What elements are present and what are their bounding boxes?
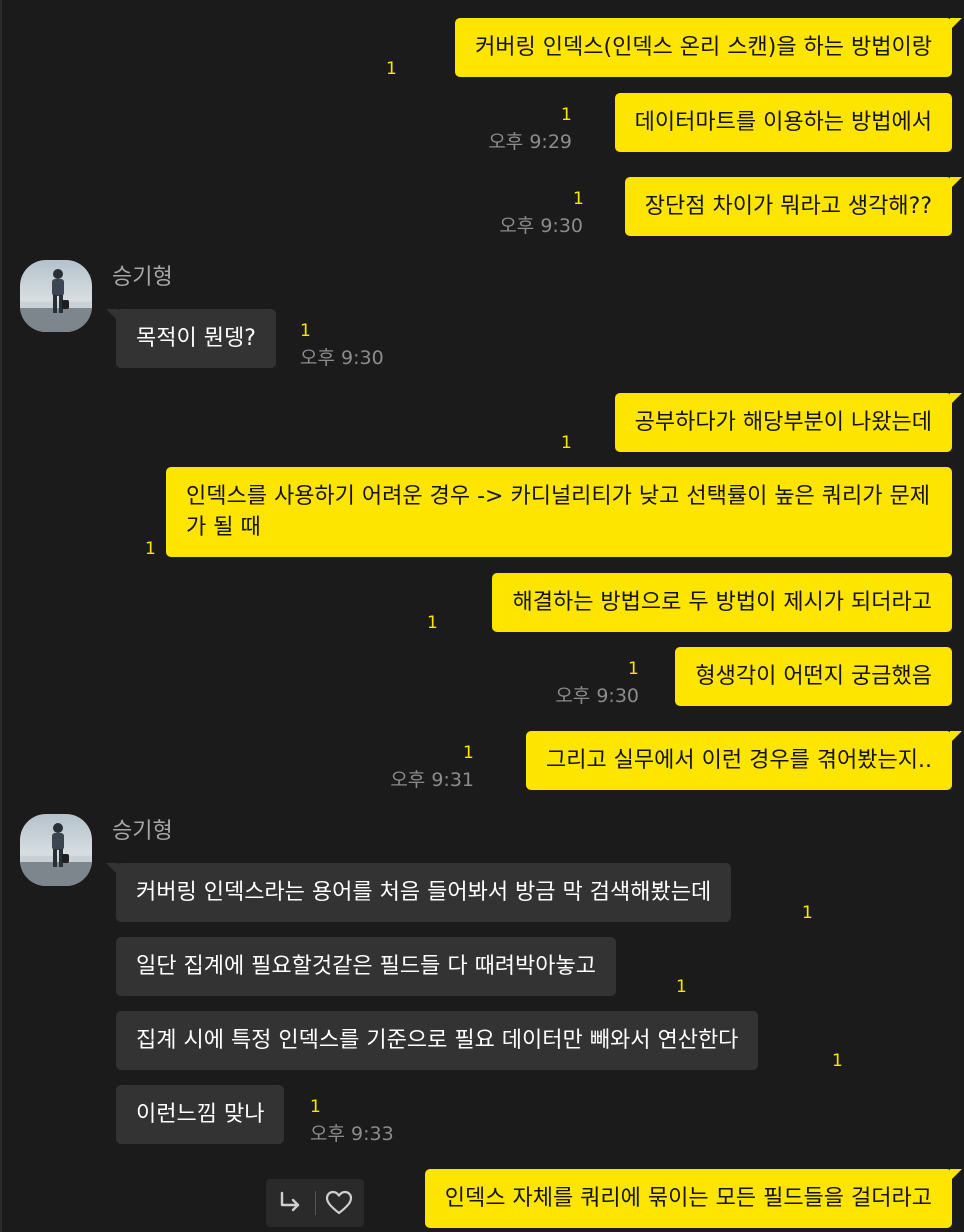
profile-photo-icon (20, 269, 92, 332)
my-message-bubble[interactable]: 커버링 인덱스(인덱스 온리 스캔)을 하는 방법이랑 (455, 18, 962, 77)
my-message-bubble[interactable]: 데이터마트를 이용하는 방법에서 (614, 93, 952, 152)
unread-count: 1 (386, 59, 397, 79)
unread-count: 1 (561, 105, 572, 125)
unread-count: 1 (561, 433, 572, 453)
my-message-bubble[interactable]: 형생각이 어떤지 궁금했음 (675, 647, 952, 706)
unread-count: 1 (310, 1097, 321, 1117)
their-message-bubble[interactable]: 커버링 인덱스라는 용어를 처음 들어봐서 방금 막 검색해봤는데 (105, 863, 732, 922)
reply-arrow-icon[interactable] (276, 1189, 304, 1217)
my-message-bubble[interactable]: 장단점 차이가 뭐라고 생각해?? (624, 177, 963, 236)
message-timestamp: 오후 9:33 (310, 1123, 394, 1145)
my-message-bubble[interactable]: 인덱스 자체를 쿼리에 묶이는 모든 필드들을 걸더라고 (424, 1169, 963, 1228)
unread-count: 1 (300, 321, 311, 341)
message-actions (266, 1179, 364, 1227)
unread-count: 1 (832, 1051, 843, 1071)
unread-count: 1 (628, 659, 639, 679)
sender-avatar[interactable] (20, 260, 92, 332)
profile-photo-icon (20, 823, 92, 886)
message-timestamp: 오후 9:29 (488, 131, 572, 153)
their-message-bubble[interactable]: 이런느낌 맞나 (116, 1085, 285, 1144)
unread-count: 1 (573, 189, 584, 209)
my-message-bubble[interactable]: 공부하다가 해당부분이 나왔는데 (614, 393, 963, 452)
message-timestamp: 오후 9:30 (300, 347, 384, 369)
my-message-bubble[interactable]: 인덱스를 사용하기 어려운 경우 -> 카디널리티가 낮고 선택률이 높은 쿼리… (166, 467, 952, 557)
message-timestamp: 오후 9:31 (390, 769, 474, 791)
unread-count: 1 (463, 743, 474, 763)
actions-divider (315, 1191, 316, 1215)
unread-count: 1 (145, 539, 156, 559)
my-message-bubble[interactable]: 해결하는 방법으로 두 방법이 제시가 되더라고 (492, 573, 952, 632)
heart-icon[interactable] (324, 1189, 354, 1217)
window-edge (0, 0, 2, 1232)
unread-count: 1 (676, 977, 687, 997)
message-timestamp: 오후 9:30 (555, 685, 639, 707)
their-message-bubble[interactable]: 집계 시에 특정 인덱스를 기준으로 필요 데이터만 빼와서 연산한다 (116, 1011, 759, 1070)
sender-name: 승기형 (112, 819, 173, 844)
unread-count: 1 (802, 903, 813, 923)
their-message-bubble[interactable]: 목적이 뭔뎅? (106, 309, 276, 368)
my-message-bubble[interactable]: 그리고 실무에서 이런 경우를 겪어봤는지.. (525, 731, 963, 790)
sender-name: 승기형 (112, 265, 173, 290)
unread-count: 1 (427, 613, 438, 633)
their-message-bubble[interactable]: 일단 집계에 필요할것같은 필드들 다 때려박아놓고 (116, 937, 617, 996)
message-timestamp: 오후 9:30 (499, 215, 583, 237)
sender-avatar[interactable] (20, 814, 92, 886)
